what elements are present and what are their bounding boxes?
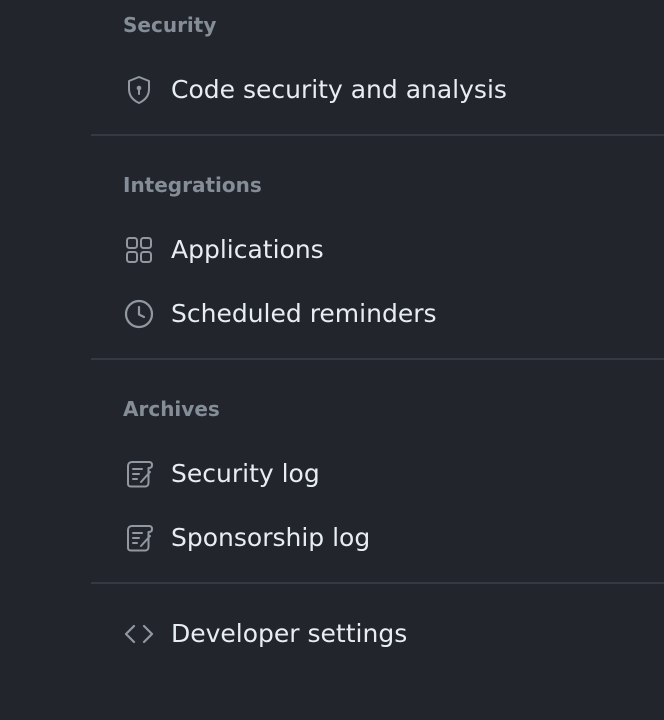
divider: [91, 134, 664, 136]
log-icon: [123, 458, 155, 490]
divider: [91, 582, 664, 584]
code-icon: [123, 618, 155, 650]
sidebar-item-label: Applications: [171, 235, 324, 264]
divider: [91, 358, 664, 360]
sidebar-item-security-log[interactable]: Security log: [123, 454, 320, 494]
sidebar-item-code-security[interactable]: Code security and analysis: [123, 70, 507, 110]
sidebar-item-label: Code security and analysis: [171, 75, 507, 104]
section-heading-security: Security: [123, 13, 217, 37]
sidebar-item-applications[interactable]: Applications: [123, 230, 324, 270]
sidebar-item-label: Developer settings: [171, 619, 408, 648]
section-heading-archives: Archives: [123, 397, 220, 421]
section-heading-integrations: Integrations: [123, 173, 262, 197]
shield-lock-icon: [123, 74, 155, 106]
sidebar-item-sponsorship-log[interactable]: Sponsorship log: [123, 518, 370, 558]
sidebar-item-developer-settings[interactable]: Developer settings: [123, 614, 407, 654]
apps-icon: [123, 234, 155, 266]
sidebar-item-label: Sponsorship log: [171, 523, 371, 552]
sidebar-item-label: Security log: [171, 459, 320, 488]
sidebar-item-label: Scheduled reminders: [171, 299, 437, 328]
settings-sidebar: Security Code security and analysis Inte…: [0, 0, 664, 720]
log-icon: [123, 522, 155, 554]
sidebar-item-scheduled-reminders[interactable]: Scheduled reminders: [123, 294, 437, 334]
clock-icon: [123, 298, 155, 330]
